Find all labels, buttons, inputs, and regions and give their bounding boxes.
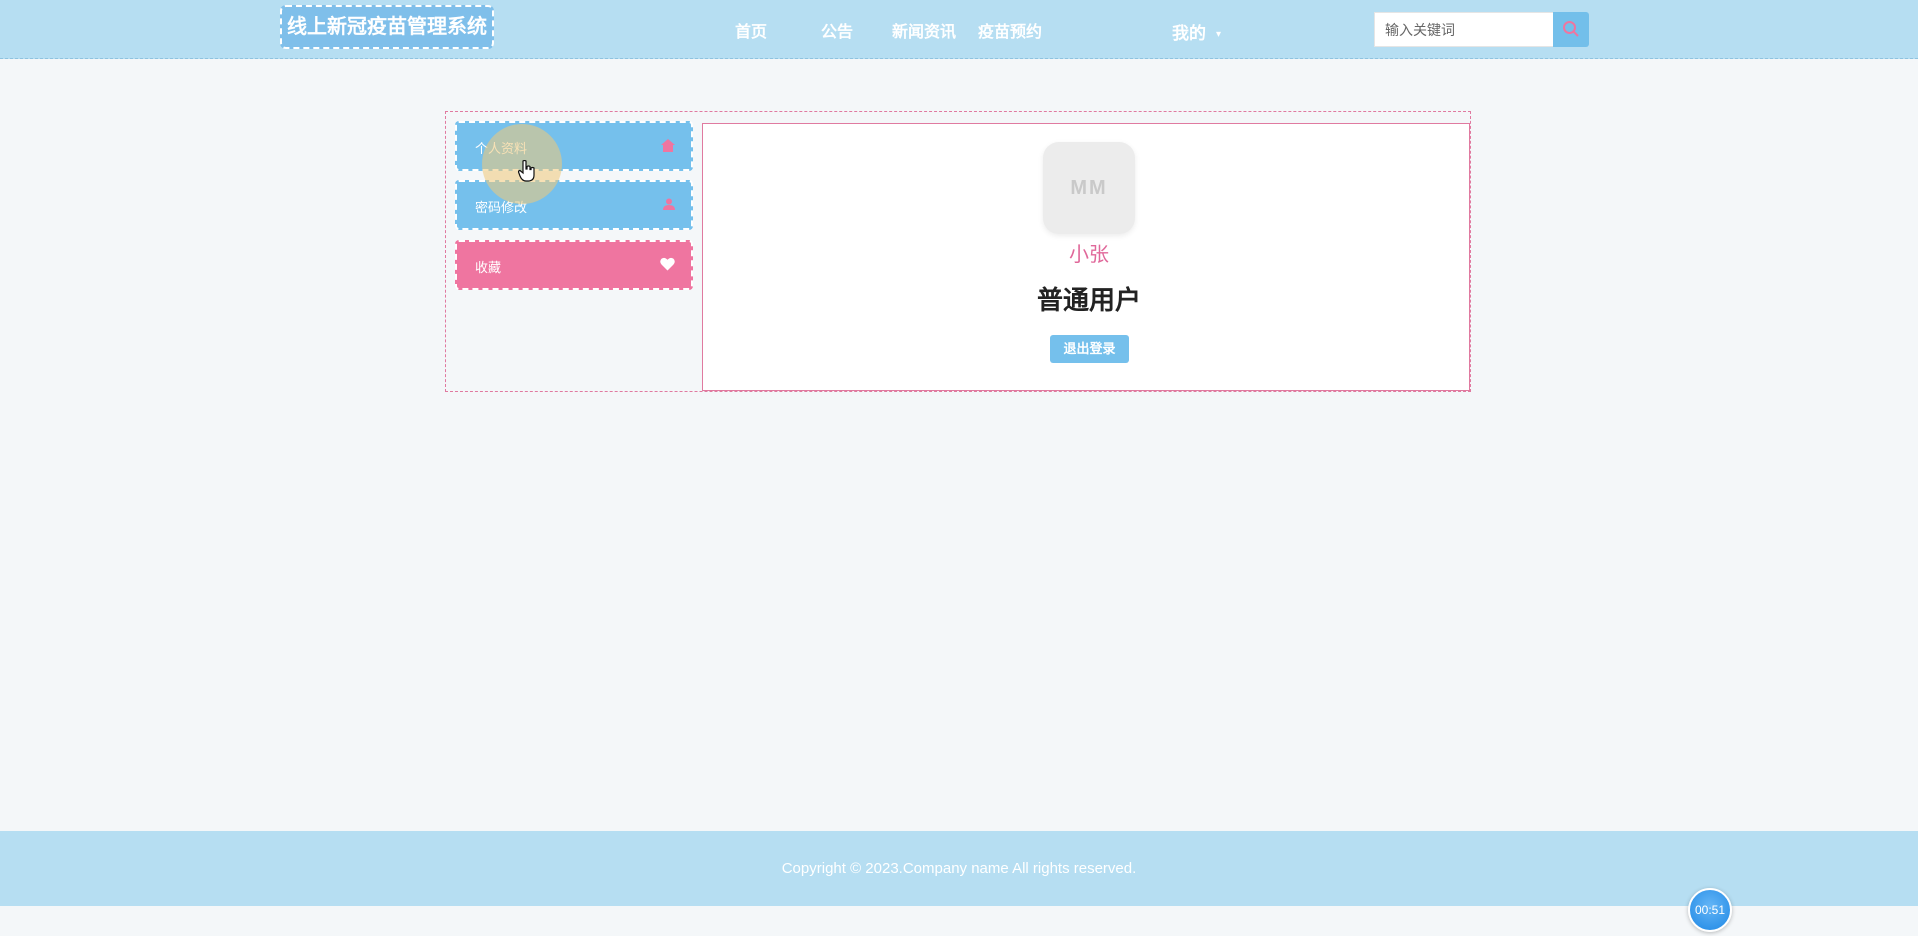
logout-button[interactable]: 退出登录 — [1050, 335, 1129, 363]
my-account-menu[interactable]: 我的 ▾ — [1172, 19, 1221, 44]
chevron-down-icon: ▾ — [1216, 29, 1222, 41]
recording-timer: 00:51 — [1688, 888, 1732, 932]
user-icon — [663, 198, 675, 213]
search-button[interactable] — [1553, 12, 1589, 47]
nav-vaccine-booking[interactable]: 疫苗预约 — [978, 18, 1042, 42]
site-logo[interactable]: 线上新冠疫苗管理系统 — [280, 5, 494, 49]
sidebar-item-label: 密码修改 — [475, 200, 528, 215]
username: 小张 — [1069, 244, 1109, 266]
search-icon — [1563, 21, 1579, 37]
my-account-label: 我的 — [1172, 24, 1206, 43]
footer: Copyright © 2023.Company name All rights… — [0, 831, 1918, 906]
nav-home[interactable]: 首页 — [735, 18, 767, 42]
sidebar-item-favorites[interactable]: 收藏 — [455, 240, 693, 290]
avatar: MM — [1043, 142, 1135, 234]
nav-announcements[interactable]: 公告 — [821, 18, 853, 42]
copyright-text: Copyright © 2023.Company name All rights… — [781, 860, 1137, 877]
search-input[interactable] — [1374, 12, 1554, 47]
sidebar-item-profile[interactable]: 个人资料 — [455, 121, 693, 171]
home-icon — [661, 139, 675, 155]
heart-icon — [660, 257, 675, 274]
sidebar-item-label: 个人资料 — [475, 141, 528, 156]
sidebar-item-change-password[interactable]: 密码修改 — [455, 180, 693, 230]
top-navbar: 线上新冠疫苗管理系统 首页 公告 新闻资讯 疫苗预约 我的 ▾ — [0, 0, 1918, 59]
sidebar-item-label: 收藏 — [475, 260, 502, 275]
nav-news[interactable]: 新闻资讯 — [892, 18, 956, 42]
user-role: 普通用户 — [1036, 285, 1141, 315]
